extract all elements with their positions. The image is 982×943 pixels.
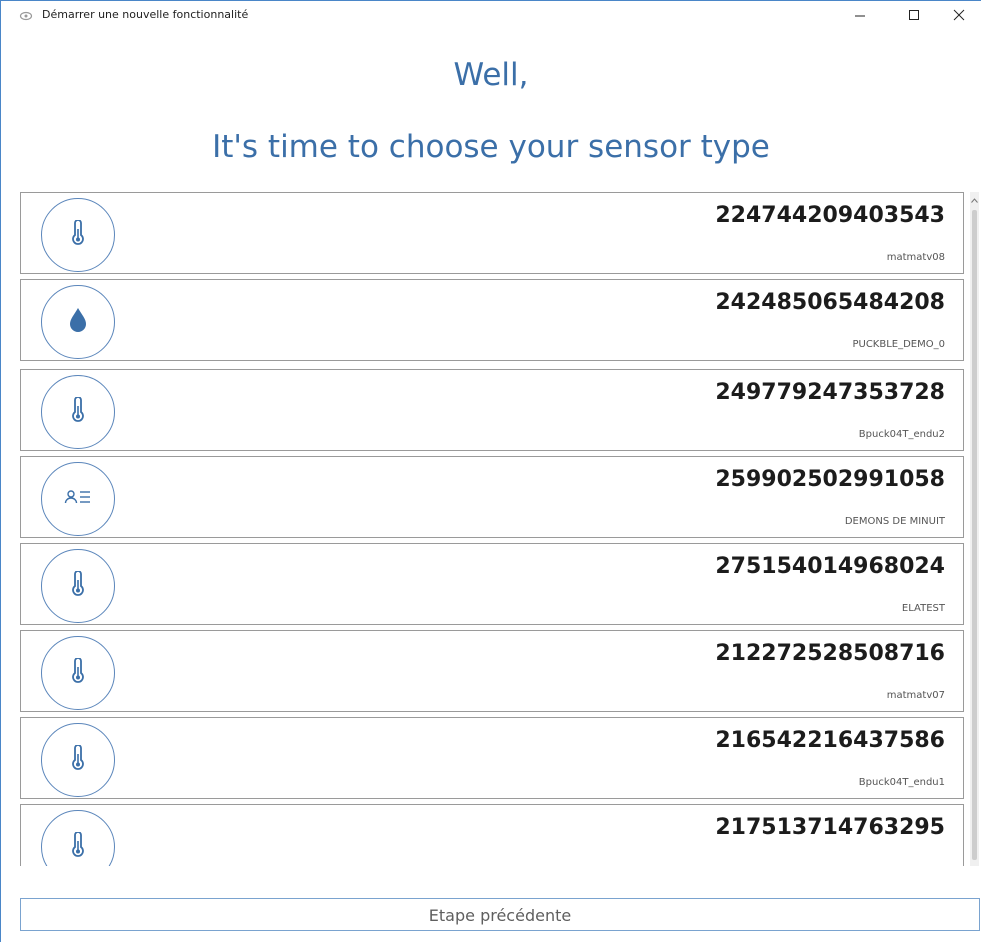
thermometer-icon [70, 743, 86, 776]
scroll-thumb[interactable] [972, 210, 977, 860]
window-title: Démarrer une nouvelle fonctionnalité [42, 8, 249, 21]
sensor-id: 275154014968024 [715, 554, 945, 579]
app-window: Démarrer une nouvelle fonctionnalité Wel… [0, 0, 981, 942]
person-list-icon [64, 489, 92, 510]
close-button[interactable] [936, 1, 982, 29]
previous-step-button[interactable]: Etape précédente [20, 898, 980, 931]
sensor-card[interactable]: 217513714763295 [20, 804, 964, 866]
thermometer-icon [70, 656, 86, 689]
sensor-type-badge [41, 549, 115, 623]
sensor-card[interactable]: 212272528508716 matmatv07 [20, 630, 964, 712]
sensor-name: DEMONS DE MINUIT [844, 516, 945, 527]
sensor-type-badge [41, 723, 115, 797]
sensor-name: matmatv07 [886, 690, 945, 701]
sensor-id: 242485065484208 [715, 290, 945, 315]
maximize-icon [908, 9, 920, 21]
sensor-card[interactable]: 259902502991058 DEMONS DE MINUIT [20, 456, 964, 538]
sensor-type-badge [41, 375, 115, 449]
sensor-id: 259902502991058 [715, 467, 945, 492]
sensor-name: Bpuck04T_endu2 [858, 429, 945, 440]
title-bar[interactable]: Démarrer une nouvelle fonctionnalité [1, 1, 981, 29]
sensor-name: ELATEST [901, 603, 945, 614]
thermometer-icon [70, 830, 86, 863]
sensor-id: 249779247353728 [715, 380, 945, 405]
greeting-heading: Well, [453, 57, 529, 93]
scroll-up-button[interactable] [970, 192, 979, 206]
sensor-card[interactable]: 275154014968024 ELATEST [20, 543, 964, 625]
thermometer-icon [70, 218, 86, 251]
sensor-name: PUCKBLE_DEMO_0 [852, 339, 945, 350]
sensor-id: 217513714763295 [715, 815, 945, 840]
sensor-type-badge [41, 198, 115, 272]
app-icon [19, 9, 33, 21]
sensor-name: Bpuck04T_endu1 [858, 777, 945, 788]
sensor-card[interactable]: 242485065484208 PUCKBLE_DEMO_0 [20, 279, 964, 361]
sensor-type-badge [41, 462, 115, 536]
sensor-name: matmatv08 [886, 252, 945, 263]
thermometer-icon [70, 569, 86, 602]
sensor-card[interactable]: 249779247353728 Bpuck04T_endu2 [20, 369, 964, 451]
sensor-type-badge [41, 810, 115, 866]
minimize-button[interactable] [837, 1, 883, 29]
list-scrollbar[interactable] [970, 192, 979, 866]
water-drop-icon [68, 307, 88, 338]
sensor-card[interactable]: 224744209403543 matmatv08 [20, 192, 964, 274]
chevron-up-icon [971, 190, 978, 208]
minimize-icon [854, 9, 866, 21]
sensor-id: 224744209403543 [715, 203, 945, 228]
sensor-type-badge [41, 636, 115, 710]
sensor-id: 216542216437586 [715, 728, 945, 753]
sensor-card[interactable]: 216542216437586 Bpuck04T_endu1 [20, 717, 964, 799]
prompt-heading: It's time to choose your sensor type [212, 129, 770, 165]
thermometer-icon [70, 395, 86, 428]
maximize-button[interactable] [891, 1, 937, 29]
sensor-list[interactable]: 224744209403543 matmatv08 24248506548420… [20, 192, 970, 866]
close-icon [953, 9, 965, 21]
sensor-type-badge [41, 285, 115, 359]
sensor-id: 212272528508716 [715, 641, 945, 666]
